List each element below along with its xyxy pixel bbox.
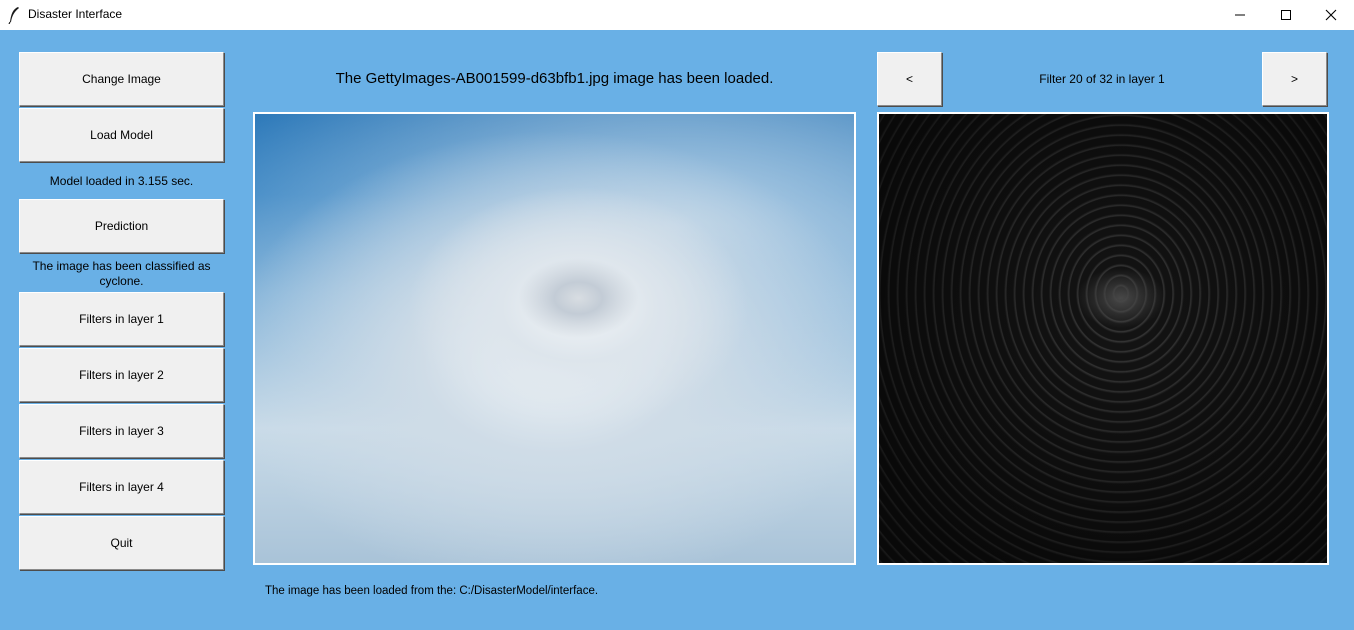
filters-layer-2-button[interactable]: Filters in layer 2: [19, 348, 224, 402]
close-button[interactable]: [1308, 0, 1354, 30]
app-client-area: Change Image Load Model Model loaded in …: [0, 30, 1354, 630]
filter-image: [877, 112, 1329, 565]
change-image-button[interactable]: Change Image: [19, 52, 224, 106]
prediction-result-label: The image has been classified as cyclone…: [32, 259, 211, 288]
maximize-button[interactable]: [1263, 0, 1309, 30]
filters-layer-1-button[interactable]: Filters in layer 1: [19, 292, 224, 346]
loaded-image: [253, 112, 856, 565]
maximize-icon: [1281, 10, 1291, 20]
model-status-label: Model loaded in 3.155 sec.: [49, 174, 194, 188]
filter-label: Filter 20 of 32 in layer 1: [1039, 72, 1165, 86]
filters-layer-3-button[interactable]: Filters in layer 3: [19, 404, 224, 458]
minimize-icon: [1235, 14, 1245, 16]
minimize-button[interactable]: [1217, 0, 1263, 30]
title-bar: Disaster Interface: [0, 0, 1354, 30]
image-path-label: The image has been loaded from the: C:/D…: [265, 585, 599, 597]
prediction-button[interactable]: Prediction: [19, 199, 224, 253]
close-icon: [1325, 9, 1337, 21]
feather-icon: [7, 6, 21, 25]
next-filter-button[interactable]: >: [1262, 52, 1327, 106]
prev-filter-button[interactable]: <: [877, 52, 942, 106]
load-model-button[interactable]: Load Model: [19, 108, 224, 162]
window-title: Disaster Interface: [28, 7, 123, 21]
filters-layer-4-button[interactable]: Filters in layer 4: [19, 460, 224, 514]
load-status-label: The GettyImages-AB001599-d63bfb1.jpg ima…: [335, 70, 774, 87]
quit-button[interactable]: Quit: [19, 516, 224, 570]
